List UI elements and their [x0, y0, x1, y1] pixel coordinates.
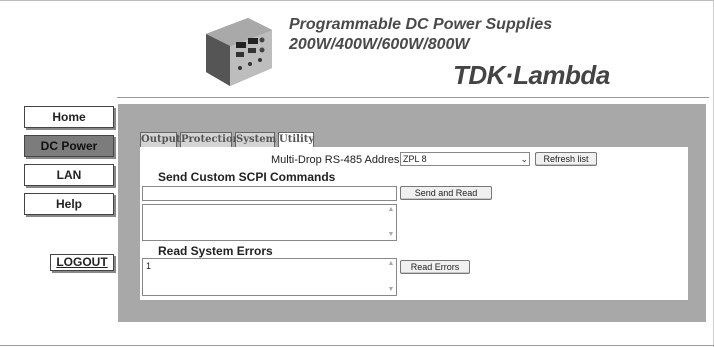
read-errors-button[interactable]: Read Errors [400, 260, 470, 274]
scroll-up-icon[interactable]: ▲ [387, 260, 395, 268]
errors-textarea[interactable]: 1 ▲ ▼ [142, 258, 397, 296]
frame-top-border [0, 0, 714, 1]
nav-help-button[interactable]: Help [24, 193, 114, 215]
errors-text: 1 [146, 261, 152, 271]
tab-system[interactable]: System [235, 132, 276, 147]
address-label: Multi-Drop RS-485 Address [271, 154, 405, 166]
product-title: Programmable DC Power Supplies [289, 16, 553, 33]
scroll-down-icon[interactable]: ▼ [387, 286, 395, 294]
frame-bottom-border [0, 345, 714, 346]
address-select-value: ZPL 8 [403, 154, 427, 164]
scpi-command-input[interactable] [142, 186, 397, 201]
logout-button[interactable]: LOGOUT [50, 254, 114, 271]
nav-dc-power-button[interactable]: DC Power [24, 135, 114, 157]
scroll-up-icon[interactable]: ▲ [387, 206, 395, 214]
tab-output[interactable]: Output [140, 132, 180, 147]
chevron-down-icon: ⌄ [520, 154, 528, 164]
scpi-heading: Send Custom SCPI Commands [158, 170, 336, 184]
brand-logo: TDK·Lambda [453, 60, 610, 90]
product-wattage: 200W/400W/600W/800W [289, 36, 470, 53]
tab-utility[interactable]: Utility [278, 132, 314, 148]
header-divider [117, 97, 709, 98]
send-and-read-button[interactable]: Send and Read [400, 186, 492, 200]
nav-lan-button[interactable]: LAN [24, 164, 114, 186]
address-select[interactable]: ZPL 8 ⌄ [400, 152, 530, 166]
tab-protection[interactable]: Protection [180, 132, 240, 147]
errors-heading: Read System Errors [158, 244, 273, 258]
power-supply-product-image [206, 18, 272, 86]
refresh-list-button[interactable]: Refresh list [535, 152, 597, 166]
scpi-response-textarea[interactable]: ▲ ▼ [142, 204, 397, 241]
nav-home-button[interactable]: Home [24, 106, 114, 128]
scroll-down-icon[interactable]: ▼ [387, 231, 395, 239]
